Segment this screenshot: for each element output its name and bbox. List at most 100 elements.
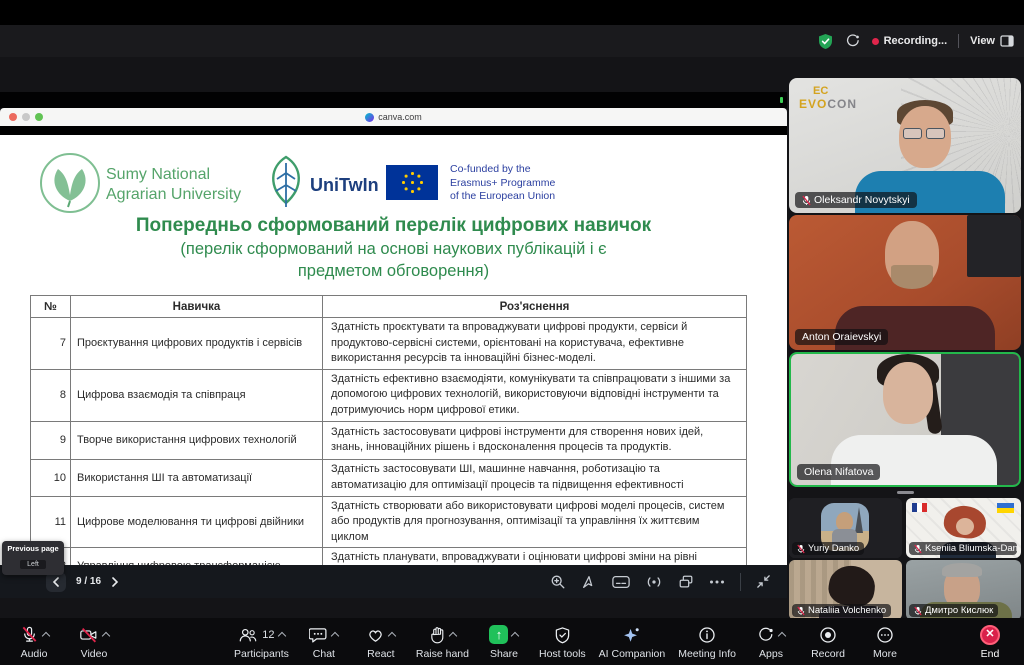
zoom-in-icon[interactable] [550,574,566,590]
pointer-icon[interactable] [581,574,597,590]
france-flag-icon [912,503,927,512]
muted-mic-icon [914,544,922,554]
captions-icon[interactable] [612,575,630,589]
video-tile-nataliia[interactable]: Nataliia Volchenko [789,560,902,620]
unitwin-wordmark: UniTwIn [310,175,379,196]
gallery-drag-handle[interactable] [897,491,914,494]
more-options-icon[interactable] [709,579,725,585]
mic-muted-icon [20,625,39,644]
more-icon [876,626,894,644]
participants-button[interactable]: 12 Participants [234,624,289,660]
apps-options-chevron[interactable] [778,631,786,639]
audio-options-chevron[interactable] [41,631,49,639]
zoom-meeting-window: Recording... View canva.com [0,0,1024,665]
muted-mic-icon [914,606,922,616]
participants-count: 12 [262,629,274,641]
video-tile-anton[interactable]: Anton Oraievskyi [789,215,1021,350]
canva-presentation-toolbar: 9 / 16 [0,565,787,598]
record-button[interactable]: Record [806,624,850,660]
canva-favicon [365,113,374,122]
eu-flag-icon [386,165,438,200]
camera-indicator-dot [780,97,783,103]
previous-page-tooltip: Previous page Left [2,541,64,575]
more-button[interactable]: More [863,624,907,660]
raised-hand-icon [429,626,446,644]
browser-chrome-strip [0,126,787,135]
security-shield-icon[interactable] [817,33,834,50]
raise-hand-options-chevron[interactable] [449,631,457,639]
apps-icon [757,626,775,644]
view-layout-icon [1000,35,1014,47]
share-options-chevron[interactable] [511,631,519,639]
share-screen-icon: ↑ [489,625,508,644]
unitwin-leaf-icon [262,153,310,211]
end-meeting-button[interactable]: ✕ End [968,624,1012,660]
muted-mic-icon [797,544,805,554]
participant-name-tag: Olena Nifatova [797,464,880,480]
video-tile-kseniia[interactable]: Kseniia Bliumska-Dan... [906,498,1021,558]
raise-hand-button[interactable]: Raise hand [416,624,469,660]
record-icon [819,626,837,644]
view-button[interactable]: View [970,35,1014,47]
video-options-chevron[interactable] [102,631,110,639]
slide-title: Попередньо сформований перелік цифрових … [0,215,787,237]
topbar-divider [958,34,959,48]
broadcast-icon[interactable] [645,575,663,589]
audio-button[interactable]: Audio [12,624,56,660]
sumy-university-name: Sumy National Agrarian University [106,165,241,205]
meeting-controls-toolbar: Audio Video [0,618,1024,665]
video-button[interactable]: Video [72,624,116,660]
react-button[interactable]: React [359,624,403,660]
participant-name-tag: Oleksandr Novytskyi [795,192,917,208]
video-tile-olena-active-speaker[interactable]: Olena Nifatova [789,352,1021,487]
participant-name-tag: Anton Oraievskyi [795,329,888,345]
chat-icon [309,626,328,644]
next-page-button[interactable] [111,577,119,587]
chat-options-chevron[interactable] [331,631,339,639]
ai-companion-button[interactable]: AI Companion [599,624,666,660]
shared-desktop-strip [0,92,787,108]
table-row: 8 Цифрова взаємодія та співпраця Здатніс… [31,369,747,421]
col-header-explanation: Роз'яснення [323,296,747,318]
apps-button[interactable]: Apps [749,624,793,660]
col-header-skill: Навичка [71,296,323,318]
camera-muted-icon [79,626,99,644]
table-header-row: № Навичка Роз'яснення [31,296,747,318]
participants-icon [238,626,258,644]
table-row: 10 Використання ШІ та автоматизації Здат… [31,459,747,496]
col-header-number: № [31,296,71,318]
share-button[interactable]: ↑ Share [482,624,526,660]
keyboard-shortcut-badge: Left [20,560,46,569]
sumy-university-logo-icon [38,151,102,215]
top-black-strip [0,0,1024,25]
meeting-top-bar: Recording... View [0,25,1024,57]
browser-url[interactable]: canva.com [378,112,422,122]
video-tile-oleksandr[interactable]: EC EVOCON Oleksandr Novytskyi [789,78,1021,213]
view-label: View [970,35,995,47]
windows-icon[interactable] [678,574,694,590]
end-call-icon: ✕ [980,625,1000,645]
participant-name-tag: Yuriy Danko [792,542,864,555]
participant-name-tag: Nataliia Volchenko [792,604,891,617]
recording-dot-icon [872,38,879,45]
video-tile-dmytro[interactable]: Дмитро Кислюк [906,560,1021,620]
meeting-info-button[interactable]: Meeting Info [678,624,736,660]
heart-icon [366,626,385,644]
host-tools-shield-icon [554,626,571,644]
recording-label: Recording... [884,35,948,47]
browser-title-bar: canva.com [0,108,787,126]
ukraine-flag-icon [997,503,1014,513]
evocon-logo: EC EVOCON [799,86,857,111]
chat-button[interactable]: Chat [302,624,346,660]
collapse-icon[interactable] [756,574,771,589]
ai-companion-sparkle-icon [622,626,641,644]
recording-indicator[interactable]: Recording... [872,35,948,47]
react-options-chevron[interactable] [388,631,396,639]
host-tools-button[interactable]: Host tools [539,624,586,660]
eu-cofunded-text: Co-funded by the Erasmus+ Programme of t… [450,163,555,204]
active-apps-icon[interactable] [845,33,861,49]
video-tile-yuriy[interactable]: Yuriy Danko [789,498,902,558]
muted-mic-icon [802,195,811,206]
participants-options-chevron[interactable] [277,631,285,639]
canva-toolbar-divider [740,573,741,591]
